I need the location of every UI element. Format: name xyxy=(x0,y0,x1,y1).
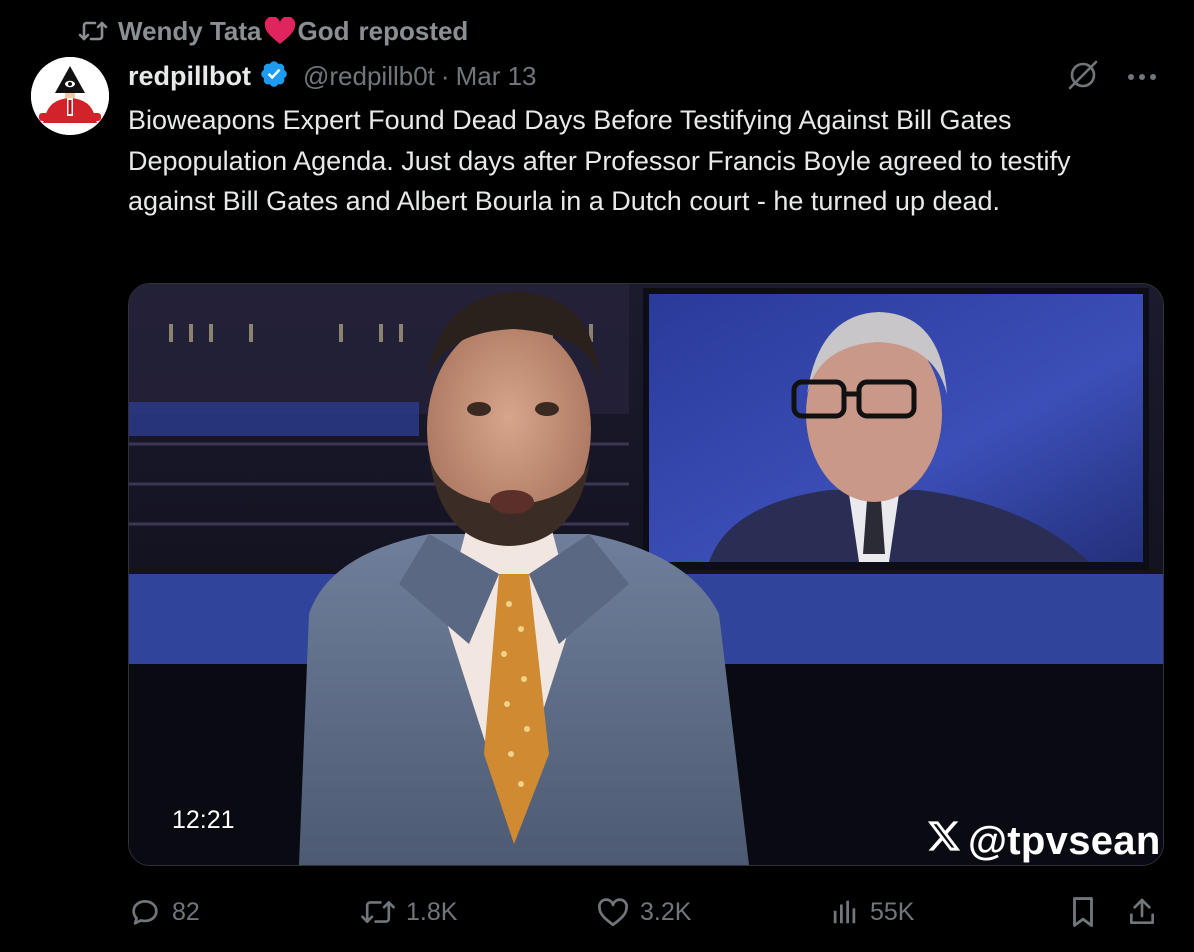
bookmark-button[interactable] xyxy=(1068,892,1098,932)
verified-badge-icon[interactable] xyxy=(257,59,289,94)
repost-count: 1.8K xyxy=(406,897,458,926)
repost-context: Wendy Tata God reposted xyxy=(78,14,468,48)
reposter-name[interactable]: Wendy Tata xyxy=(118,16,262,47)
bookmark-icon xyxy=(1068,895,1098,929)
repost-icon xyxy=(360,897,396,927)
post-text: Bioweapons Expert Found Dead Days Before… xyxy=(128,105,1071,216)
video-watermark: @tpvsean xyxy=(926,818,1161,864)
repost-button[interactable]: 1.8K xyxy=(360,892,457,932)
like-count: 3.2K xyxy=(640,897,692,926)
author-handle[interactable]: @redpillb0t xyxy=(303,61,435,92)
share-button[interactable] xyxy=(1126,892,1158,932)
more-icon[interactable] xyxy=(1126,69,1158,87)
video-duration: 12:21 xyxy=(172,806,235,834)
heart-emoji-icon xyxy=(264,17,296,45)
reply-count: 82 xyxy=(172,897,200,926)
like-button[interactable]: 3.2K xyxy=(596,892,691,932)
analytics-icon xyxy=(830,897,860,927)
views-count: 55K xyxy=(870,897,915,926)
post-actions: 82 1.8K 3.2K 55K xyxy=(128,892,1162,932)
post-top-actions xyxy=(1066,58,1158,97)
post-header: redpillbot @redpillb0t · Mar 13 xyxy=(128,56,537,96)
grok-icon[interactable] xyxy=(1066,58,1100,97)
repost-icon xyxy=(78,19,108,43)
post-date[interactable]: Mar 13 xyxy=(456,61,537,92)
heart-icon xyxy=(596,896,630,928)
separator-dot: · xyxy=(440,60,450,91)
author-name[interactable]: redpillbot xyxy=(128,61,251,92)
repost-label: reposted xyxy=(358,15,469,46)
reply-icon xyxy=(128,895,162,929)
x-logo-icon xyxy=(926,818,962,864)
views-button[interactable]: 55K xyxy=(830,892,914,932)
watermark-handle: @tpvsean xyxy=(968,818,1161,863)
reply-button[interactable]: 82 xyxy=(128,892,200,932)
share-icon xyxy=(1126,895,1158,929)
reposter-name-suffix[interactable]: God xyxy=(298,16,350,47)
avatar[interactable] xyxy=(31,57,109,135)
repost-text[interactable]: Wendy Tata God reposted xyxy=(118,16,468,47)
video-player[interactable] xyxy=(128,283,1164,866)
